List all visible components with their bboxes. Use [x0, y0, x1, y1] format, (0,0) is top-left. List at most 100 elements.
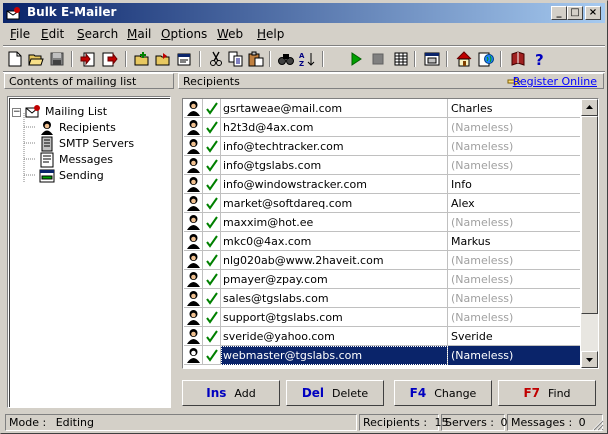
- title-bar[interactable]: Bulk E-Mailer _ □ ×: [3, 3, 605, 23]
- svg-text:Z: Z: [299, 60, 304, 67]
- recipient-email: nlg020ab@www.2haveit.com: [221, 251, 448, 270]
- copy-icon[interactable]: [227, 50, 245, 68]
- delete-shortcut-key: Del: [301, 386, 325, 400]
- sort-icon[interactable]: AZ: [298, 50, 316, 68]
- close-button[interactable]: ×: [585, 6, 601, 20]
- message-icon: [40, 152, 54, 168]
- scroll-up-button[interactable]: [581, 99, 598, 116]
- enabled-check-icon[interactable]: [203, 137, 221, 156]
- table-row[interactable]: gsrtaweae@mail.com Charles: [184, 99, 580, 118]
- tree-collapse-toggle[interactable]: −: [12, 108, 21, 117]
- right-panel-header: Recipients Register Online: [178, 73, 604, 89]
- resize-grip-icon[interactable]: [592, 419, 604, 431]
- add-button[interactable]: Ins Add: [182, 380, 280, 406]
- cut-icon[interactable]: [207, 50, 225, 68]
- enabled-check-icon[interactable]: [203, 327, 221, 346]
- grid-icon[interactable]: [392, 50, 410, 68]
- scrollbar-thumb[interactable]: [581, 116, 598, 314]
- enabled-check-icon[interactable]: [203, 213, 221, 232]
- enabled-check-icon[interactable]: [203, 118, 221, 137]
- enabled-check-icon[interactable]: [203, 156, 221, 175]
- recipient-email: webmaster@tgslabs.com: [221, 346, 448, 365]
- add-button-label: Add: [234, 386, 256, 400]
- enabled-check-icon[interactable]: [203, 346, 221, 365]
- toolbar-separator: [500, 51, 502, 67]
- open-folder-icon[interactable]: [154, 50, 172, 68]
- enabled-check-icon[interactable]: [203, 194, 221, 213]
- enabled-check-icon[interactable]: [203, 270, 221, 289]
- table-row[interactable]: info@windowstracker.com Info: [184, 175, 580, 194]
- recipients-list[interactable]: gsrtaweae@mail.com Charles h2t3d@4ax.com (N…: [182, 98, 599, 369]
- recipient-name: Markus: [451, 235, 491, 248]
- recipient-name: (Nameless): [451, 311, 514, 324]
- toolbar-separator: [322, 51, 324, 67]
- table-row[interactable]: market@softdareq.com Alex: [184, 194, 580, 213]
- enabled-check-icon[interactable]: [203, 308, 221, 327]
- delete-button[interactable]: Del Delete: [286, 380, 384, 406]
- recipient-email: pmayer@zpay.com: [221, 270, 448, 289]
- find-button[interactable]: F7 Find: [498, 380, 596, 406]
- table-row[interactable]: sales@tgslabs.com (Nameless): [184, 289, 580, 308]
- paste-icon[interactable]: [247, 50, 265, 68]
- vertical-scrollbar[interactable]: [581, 99, 598, 368]
- menu-web[interactable]: Web: [217, 27, 243, 41]
- enabled-check-icon[interactable]: [203, 232, 221, 251]
- register-online-link[interactable]: Register Online: [513, 75, 597, 88]
- web-icon[interactable]: [477, 50, 495, 68]
- messages-count-label: Messages :: [511, 416, 573, 429]
- enabled-check-icon[interactable]: [203, 251, 221, 270]
- find-icon[interactable]: [277, 50, 295, 68]
- enabled-check-icon[interactable]: [203, 289, 221, 308]
- svg-text:?: ?: [535, 51, 544, 67]
- mailing-list-tree[interactable]: − Mailing List Recipients SMTP Servers M…: [7, 96, 171, 408]
- enabled-check-icon[interactable]: [203, 175, 221, 194]
- menu-options[interactable]: Options: [161, 27, 207, 41]
- table-row[interactable]: nlg020ab@www.2haveit.com (Nameless): [184, 251, 580, 270]
- window-icon[interactable]: [423, 50, 441, 68]
- add-shortcut-key: Ins: [206, 386, 227, 400]
- table-row[interactable]: pmayer@zpay.com (Nameless): [184, 270, 580, 289]
- recipient-name: (Nameless): [451, 216, 514, 229]
- left-panel-header: Contents of mailing list: [4, 73, 174, 89]
- maximize-button[interactable]: □: [567, 6, 583, 20]
- servers-count-label: Servers :: [445, 416, 495, 429]
- home-icon[interactable]: [455, 50, 473, 68]
- properties-icon[interactable]: [175, 50, 193, 68]
- menu-help[interactable]: Help: [257, 27, 284, 41]
- add-folder-icon[interactable]: [133, 50, 151, 68]
- mailing-list-icon: [25, 105, 40, 118]
- help-icon[interactable]: ?: [531, 50, 549, 68]
- recipient-name: Info: [451, 178, 472, 191]
- menu-search[interactable]: Search: [77, 27, 118, 41]
- export-icon[interactable]: [101, 50, 119, 68]
- play-icon[interactable]: [347, 50, 365, 68]
- recipient-name: (Nameless): [451, 254, 514, 267]
- recipient-name: (Nameless): [451, 140, 514, 153]
- save-icon[interactable]: [48, 50, 66, 68]
- menu-mail[interactable]: Mail: [127, 27, 151, 41]
- delete-button-label: Delete: [332, 386, 369, 400]
- table-row[interactable]: maxxim@hot.ee (Nameless): [184, 213, 580, 232]
- menu-file[interactable]: File: [10, 27, 30, 41]
- table-row[interactable]: mkc0@4ax.com Markus: [184, 232, 580, 251]
- menu-bar: File Edit Search Mail Options Web Help: [3, 25, 605, 44]
- scroll-down-button[interactable]: [581, 351, 598, 368]
- table-row[interactable]: support@tgslabs.com (Nameless): [184, 308, 580, 327]
- stop-icon[interactable]: [369, 50, 387, 68]
- change-button[interactable]: F4 Change: [394, 380, 492, 406]
- new-icon[interactable]: [6, 50, 24, 68]
- enabled-check-icon[interactable]: [203, 99, 221, 118]
- menu-edit[interactable]: Edit: [41, 27, 64, 41]
- scroll-down-arrow-icon: [586, 358, 593, 362]
- import-icon[interactable]: [79, 50, 97, 68]
- open-icon[interactable]: [27, 50, 45, 68]
- table-row[interactable]: info@tgslabs.com (Nameless): [184, 156, 580, 175]
- table-row[interactable]: sveride@yahoo.com Sveride: [184, 327, 580, 346]
- book-icon[interactable]: [509, 50, 527, 68]
- table-row[interactable]: h2t3d@4ax.com (Nameless): [184, 118, 580, 137]
- table-row[interactable]: webmaster@tgslabs.com (Nameless): [184, 346, 580, 365]
- find-shortcut-key: F7: [523, 386, 540, 400]
- minimize-button[interactable]: _: [551, 6, 567, 20]
- toolbar: AZ ?: [3, 47, 605, 71]
- table-row[interactable]: info@techtracker.com (Nameless): [184, 137, 580, 156]
